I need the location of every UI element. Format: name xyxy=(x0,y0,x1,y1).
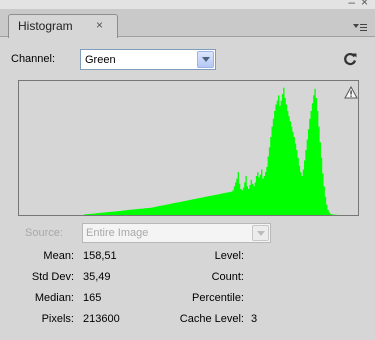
warning-icon[interactable] xyxy=(344,86,358,99)
tab-histogram[interactable]: Histogram × xyxy=(8,14,118,38)
source-dropdown-button xyxy=(252,225,269,241)
source-label: Source: xyxy=(25,227,63,239)
window-title-strip: – × xyxy=(0,0,375,9)
mean-value: 158,51 xyxy=(83,250,117,262)
close-icon[interactable]: × xyxy=(361,0,368,9)
refresh-icon[interactable] xyxy=(342,51,358,67)
tab-label: Histogram xyxy=(18,19,73,33)
median-label: Median: xyxy=(34,292,74,304)
panel-tab-bar: Histogram × xyxy=(0,9,375,38)
histogram-graph xyxy=(18,80,360,216)
pixels-label: Pixels: xyxy=(41,313,74,325)
channel-dropdown-button[interactable] xyxy=(197,51,214,68)
minimize-icon[interactable]: – xyxy=(348,0,355,9)
stddev-value: 35,49 xyxy=(83,271,111,283)
histogram-fill xyxy=(19,87,360,215)
source-select: Entire Image xyxy=(82,223,271,243)
percentile-label: Percentile: xyxy=(192,292,244,304)
source-value: Entire Image xyxy=(86,227,149,239)
channel-select[interactable]: Green xyxy=(80,49,216,70)
cache-level-label: Cache Level: xyxy=(179,313,244,325)
channel-label: Channel: xyxy=(11,53,56,65)
histogram-plot xyxy=(19,87,360,215)
chevron-down-icon xyxy=(202,57,210,62)
channel-value: Green xyxy=(85,54,116,66)
cache-level-value: 3 xyxy=(251,313,258,325)
panel-menu-icon[interactable] xyxy=(353,22,367,32)
count-label: Count: xyxy=(211,271,244,283)
stddev-label: Std Dev: xyxy=(31,271,74,283)
tab-close-icon[interactable]: × xyxy=(96,18,103,32)
histogram-panel: – × Histogram × Channel: Green Source: E… xyxy=(0,0,375,340)
chevron-down-icon xyxy=(257,231,265,236)
level-label: Level: xyxy=(214,250,244,262)
pixels-value: 213600 xyxy=(83,313,120,325)
median-value: 165 xyxy=(83,292,102,304)
mean-label: Mean: xyxy=(43,250,74,262)
